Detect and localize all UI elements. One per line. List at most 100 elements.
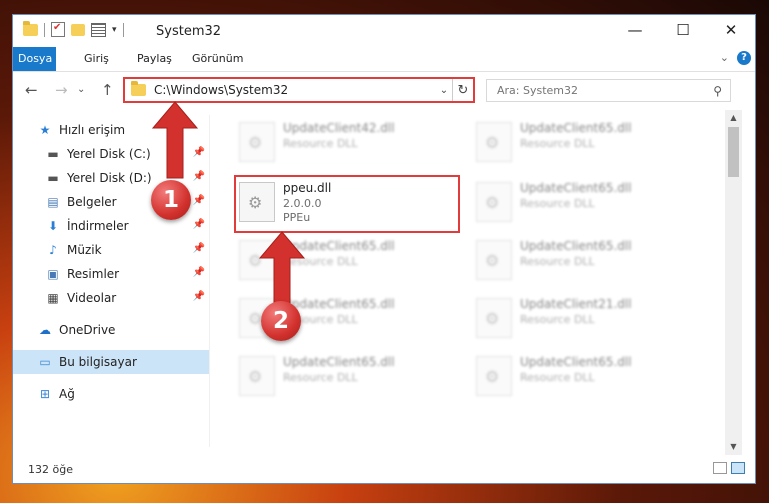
tab-home[interactable]: Giriş [73, 47, 120, 71]
file-item[interactable]: UpdateClient65.dll Resource DLL [470, 116, 690, 168]
sidebar-item-label: Yerel Disk (C:) [67, 147, 151, 161]
sidebar-item-label: Resimler [67, 267, 120, 281]
file-description: Resource DLL [283, 137, 358, 150]
up-button[interactable]: ↑ [101, 81, 114, 99]
tab-share[interactable]: Paylaş [126, 47, 183, 71]
pin-icon: 📌 [192, 291, 205, 302]
file-item[interactable]: UpdateClient65.dll Resource DLL [470, 176, 690, 228]
music-icon: ♪ [49, 243, 57, 257]
pictures-icon: ▣ [47, 267, 59, 281]
view-icon[interactable] [91, 22, 106, 37]
title-bar: ▾ System32 — ☐ ✕ [13, 15, 755, 47]
ribbon-collapse-icon[interactable]: ⌄ [720, 51, 729, 64]
search-box[interactable]: ⚲ [486, 79, 731, 102]
pin-icon: 📌 [192, 243, 205, 254]
help-icon[interactable]: ? [737, 51, 751, 65]
step-1-badge: 1 [151, 180, 191, 220]
sidebar-item-videos[interactable]: ▦ Videolar 📌 [13, 286, 209, 310]
file-name: UpdateClient65.dll [520, 355, 632, 369]
drive-icon: ▬ [47, 147, 59, 161]
recent-locations-button[interactable]: ⌄ [77, 84, 85, 95]
file-description: Resource DLL [520, 137, 595, 150]
videos-icon: ▦ [47, 291, 59, 305]
status-bar: 132 öğe [13, 455, 755, 483]
sidebar-item-label: Ağ [59, 387, 75, 401]
file-name: UpdateClient42.dll [283, 121, 395, 135]
file-item[interactable]: UpdateClient42.dll Resource DLL [233, 116, 453, 168]
minimize-button[interactable]: — [611, 15, 659, 45]
highlight-box [234, 175, 460, 233]
explorer-window: ▾ System32 — ☐ ✕ Dosya Giriş Paylaş Görü… [12, 14, 756, 484]
sidebar-item-onedrive[interactable]: ☁ OneDrive [13, 318, 209, 342]
pin-icon: 📌 [192, 195, 205, 206]
file-name: UpdateClient65.dll [520, 121, 632, 135]
computer-icon: ▭ [39, 355, 51, 369]
forward-button[interactable]: → [55, 81, 68, 99]
file-name: UpdateClient21.dll [520, 297, 632, 311]
tab-file[interactable]: Dosya [13, 47, 56, 71]
dll-file-icon [239, 122, 275, 162]
sidebar-item-network[interactable]: ⊞ Ağ [13, 382, 209, 406]
file-item[interactable]: UpdateClient65.dll Resource DLL [233, 350, 453, 402]
file-name: UpdateClient65.dll [520, 181, 632, 195]
address-dropdown-icon[interactable]: ⌄ [436, 85, 452, 96]
back-button[interactable]: ← [25, 81, 38, 99]
customize-toolbar-icon[interactable]: ▾ [112, 25, 117, 35]
folder-icon [131, 81, 146, 96]
dll-file-icon [476, 122, 512, 162]
new-folder-icon[interactable] [71, 23, 85, 36]
star-icon: ★ [39, 123, 51, 137]
file-item[interactable]: UpdateClient21.dll Resource DLL [470, 292, 690, 344]
tab-view[interactable]: Görünüm [181, 47, 254, 71]
folder-icon [23, 20, 38, 36]
close-button[interactable]: ✕ [707, 15, 755, 45]
file-item[interactable]: UpdateClient65.dll Resource DLL [470, 234, 690, 286]
window-title: System32 [156, 24, 222, 39]
sidebar-item-label: Müzik [67, 243, 102, 257]
properties-icon[interactable] [51, 22, 65, 37]
scroll-up-icon[interactable]: ▲ [725, 110, 742, 126]
pin-icon: 📌 [192, 219, 205, 230]
arrow-up-icon [151, 101, 199, 179]
details-view-icon[interactable] [713, 462, 727, 474]
file-description: Resource DLL [520, 255, 595, 268]
refresh-button[interactable]: ↻ [452, 79, 473, 101]
file-item[interactable]: UpdateClient65.dll Resource DLL [470, 350, 690, 402]
vertical-scrollbar[interactable]: ▲ ▼ [725, 110, 742, 455]
sidebar-item-label: Videolar [67, 291, 117, 305]
tiles-view-icon[interactable] [731, 462, 745, 474]
toolbar-divider [44, 22, 45, 37]
step-2-badge: 2 [261, 301, 301, 341]
dll-file-icon [476, 356, 512, 396]
drive-icon: ▬ [47, 171, 59, 185]
downloads-icon: ⬇ [47, 219, 59, 233]
file-description: Resource DLL [520, 313, 595, 326]
ribbon: Dosya Giriş Paylaş Görünüm ⌄ ? [13, 47, 755, 72]
sidebar-item-label: OneDrive [59, 323, 116, 337]
scroll-down-icon[interactable]: ▼ [725, 439, 742, 455]
toolbar-divider [122, 22, 124, 37]
scroll-thumb[interactable] [728, 127, 739, 177]
file-description: Resource DLL [520, 197, 595, 210]
item-count: 132 öğe [28, 462, 73, 476]
sidebar-item-music[interactable]: ♪ Müzik 📌 [13, 238, 209, 262]
search-input[interactable] [495, 83, 714, 98]
file-description: Resource DLL [283, 371, 358, 384]
search-icon[interactable]: ⚲ [713, 84, 722, 98]
dll-file-icon [476, 182, 512, 222]
address-path[interactable]: C:\Windows\System32 [154, 83, 436, 97]
sidebar-item-label: Hızlı erişim [59, 123, 126, 137]
quick-access-toolbar: ▾ [23, 20, 124, 37]
dll-file-icon [239, 356, 275, 396]
dll-file-icon [476, 298, 512, 338]
cloud-icon: ☁ [39, 323, 51, 337]
maximize-button[interactable]: ☐ [659, 15, 707, 45]
dll-file-icon [476, 240, 512, 280]
sidebar-item-this-pc[interactable]: ▭ Bu bilgisayar [13, 350, 209, 374]
file-description: Resource DLL [520, 371, 595, 384]
sidebar-item-label: Belgeler [67, 195, 117, 209]
sidebar-item-pictures[interactable]: ▣ Resimler 📌 [13, 262, 209, 286]
file-name: UpdateClient65.dll [283, 355, 395, 369]
sidebar-item-label: Yerel Disk (D:) [67, 171, 152, 185]
file-name: UpdateClient65.dll [520, 239, 632, 253]
